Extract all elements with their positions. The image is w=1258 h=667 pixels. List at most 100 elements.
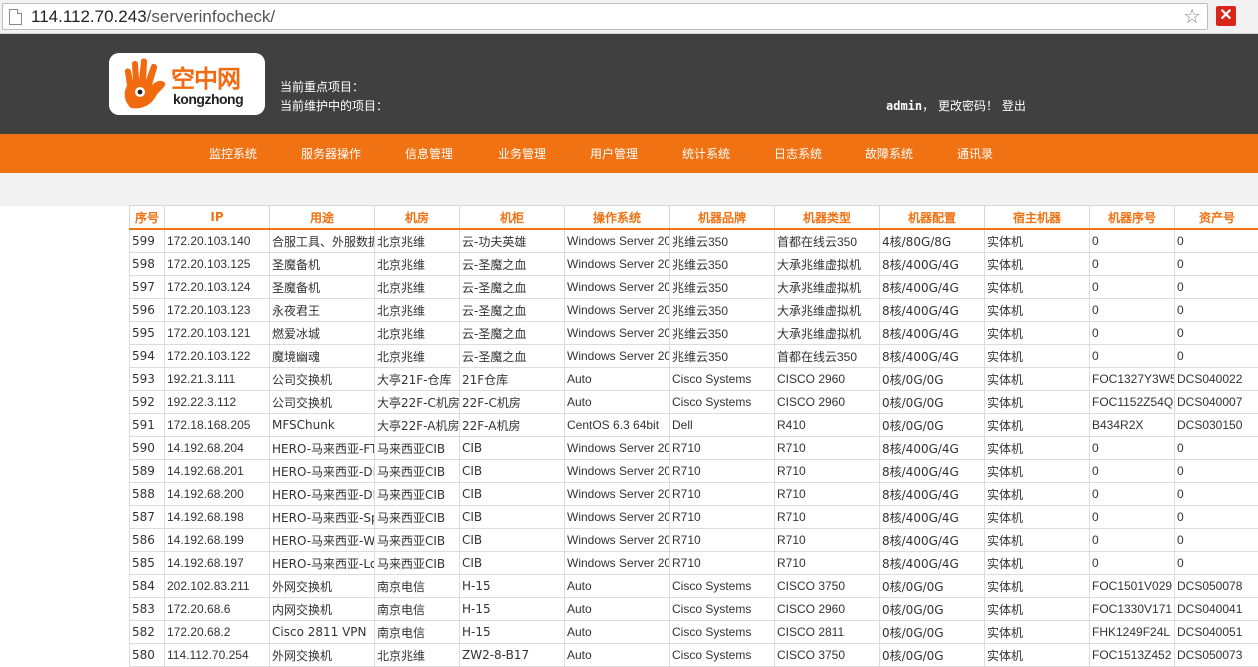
col-room-cell: 马来西亚CIB <box>375 529 460 552</box>
url-input[interactable]: 114.112.70.243/serverinfocheck/ ☆ <box>2 3 1208 30</box>
col-asset-cell: 0 <box>1175 529 1258 552</box>
nav-business-management[interactable]: 业务管理 <box>498 145 546 162</box>
col-room-header[interactable]: 机房 <box>375 206 460 230</box>
table-row[interactable]: 58714.192.68.198HERO-马来西亚-Spa马来西亚CIBCIBW… <box>130 506 1258 529</box>
col-type-cell: 大承兆维虚拟机 <box>775 276 880 299</box>
nav-monitoring[interactable]: 监控系统 <box>209 145 257 162</box>
col-type-cell: R710 <box>775 460 880 483</box>
col-type-cell: CISCO 2960 <box>775 368 880 391</box>
col-host-cell: 实体机 <box>985 276 1090 299</box>
col-rack-cell: CIB <box>460 506 565 529</box>
col-config-header[interactable]: 机器配置 <box>880 206 985 230</box>
nav-faults[interactable]: 故障系统 <box>865 145 913 162</box>
col-host-cell: 实体机 <box>985 460 1090 483</box>
table-row[interactable]: 592192.22.3.112公司交换机大亭22F-C机房22F-C机房Auto… <box>130 391 1258 414</box>
col-ip-cell: 14.192.68.197 <box>165 552 270 575</box>
table-row[interactable]: 58614.192.68.199HERO-马来西亚-Wo马来西亚CIBCIBWi… <box>130 529 1258 552</box>
nav-logs[interactable]: 日志系统 <box>774 145 822 162</box>
col-seq-header[interactable]: 序号 <box>130 206 165 230</box>
col-config-cell: 8核/400G/4G <box>880 483 985 506</box>
sub-band <box>0 173 1258 206</box>
col-os-cell: Windows Server 2008 <box>565 322 670 345</box>
col-rack-cell: 云-圣魔之血 <box>460 253 565 276</box>
table-row[interactable]: 598172.20.103.125圣魔备机北京兆维云-圣魔之血Windows S… <box>130 253 1258 276</box>
col-purpose-cell: 合服工具、外服数据库 <box>270 229 375 253</box>
change-password-link[interactable]: 更改密码！ <box>938 99 998 113</box>
col-config-cell: 0核/0G/0G <box>880 391 985 414</box>
col-seq-cell: 594 <box>130 345 165 368</box>
table-row[interactable]: 583172.20.68.6内网交换机南京电信H-15AutoCisco Sys… <box>130 598 1258 621</box>
col-config-cell: 8核/400G/4G <box>880 299 985 322</box>
table-header-row: 序号IP用途机房机柜操作系统机器品牌机器类型机器配置宿主机器机器序号资产号 <box>130 206 1258 230</box>
col-seq-cell: 586 <box>130 529 165 552</box>
table-row[interactable]: 597172.20.103.124圣魔备机北京兆维云-圣魔之血Windows S… <box>130 276 1258 299</box>
logout-link[interactable]: 登出 <box>1002 99 1026 113</box>
col-purpose-cell: 永夜君王 <box>270 299 375 322</box>
col-rack-header[interactable]: 机柜 <box>460 206 565 230</box>
col-serial-header[interactable]: 机器序号 <box>1090 206 1175 230</box>
col-type-cell: R710 <box>775 506 880 529</box>
table-row[interactable]: 59014.192.68.204HERO-马来西亚-FTP马来西亚CIBCIBW… <box>130 437 1258 460</box>
col-type-cell: CISCO 2960 <box>775 391 880 414</box>
col-asset-cell: 0 <box>1175 460 1258 483</box>
table-row[interactable]: 595172.20.103.121燃爱冰城北京兆维云-圣魔之血Windows S… <box>130 322 1258 345</box>
table-row[interactable]: 584202.102.83.211外网交换机南京电信H-15AutoCisco … <box>130 575 1258 598</box>
col-host-cell: 实体机 <box>985 253 1090 276</box>
col-ip-cell: 192.21.3.111 <box>165 368 270 391</box>
col-serial-cell: FOC1513Z452 <box>1090 644 1175 667</box>
table-row[interactable]: 58814.192.68.200HERO-马来西亚-DBA马来西亚CIBCIBW… <box>130 483 1258 506</box>
col-rack-cell: H-15 <box>460 621 565 644</box>
nav-info-management[interactable]: 信息管理 <box>405 145 453 162</box>
logo-en-text: kongzhong <box>173 91 243 107</box>
table-row[interactable]: 58914.192.68.201HERO-马来西亚-DBS马来西亚CIBCIBW… <box>130 460 1258 483</box>
col-asset-cell: DCS040041 <box>1175 598 1258 621</box>
logo[interactable]: 空中网 kongzhong <box>109 53 265 115</box>
col-type-header[interactable]: 机器类型 <box>775 206 880 230</box>
nav-server-operations[interactable]: 服务器操作 <box>301 145 361 162</box>
col-host-cell: 实体机 <box>985 368 1090 391</box>
col-host-header[interactable]: 宿主机器 <box>985 206 1090 230</box>
col-rack-cell: CIB <box>460 552 565 575</box>
col-brand-cell: 兆维云350 <box>670 322 775 345</box>
col-room-cell: 北京兆维 <box>375 253 460 276</box>
col-ip-header[interactable]: IP <box>165 206 270 230</box>
site-header: 空中网 kongzhong 当前重点项目： 当前维护中的项目： admin， 更… <box>0 34 1258 134</box>
table-row[interactable]: 580114.112.70.254外网交换机北京兆维ZW2-8-B17AutoC… <box>130 644 1258 667</box>
col-seq-cell: 599 <box>130 229 165 253</box>
nav-user-management[interactable]: 用户管理 <box>590 145 638 162</box>
col-seq-cell: 592 <box>130 391 165 414</box>
table-row[interactable]: 591172.18.168.205MFSChunk大亭22F-A机房22F-A机… <box>130 414 1258 437</box>
server-table: 序号IP用途机房机柜操作系统机器品牌机器类型机器配置宿主机器机器序号资产号 59… <box>129 205 1258 667</box>
col-host-cell: 实体机 <box>985 322 1090 345</box>
col-os-cell: Windows Server 2008 <box>565 437 670 460</box>
col-room-cell: 南京电信 <box>375 598 460 621</box>
col-asset-header[interactable]: 资产号 <box>1175 206 1258 230</box>
col-seq-cell: 596 <box>130 299 165 322</box>
col-rack-cell: ZW2-8-B17 <box>460 644 565 667</box>
col-type-cell: CISCO 3750 <box>775 644 880 667</box>
col-brand-header[interactable]: 机器品牌 <box>670 206 775 230</box>
col-purpose-header[interactable]: 用途 <box>270 206 375 230</box>
table-row[interactable]: 596172.20.103.123永夜君王北京兆维云-圣魔之血Windows S… <box>130 299 1258 322</box>
col-host-cell: 实体机 <box>985 437 1090 460</box>
table-row[interactable]: 594172.20.103.122魔境幽魂北京兆维云-圣魔之血Windows S… <box>130 345 1258 368</box>
col-os-header[interactable]: 操作系统 <box>565 206 670 230</box>
table-row[interactable]: 582172.20.68.2Cisco 2811 VPN南京电信H-15Auto… <box>130 621 1258 644</box>
nav-statistics[interactable]: 统计系统 <box>682 145 730 162</box>
col-type-cell: R710 <box>775 483 880 506</box>
table-row[interactable]: 58514.192.68.197HERO-马来西亚-Log马来西亚CIBCIBW… <box>130 552 1258 575</box>
table-row[interactable]: 593192.21.3.111公司交换机大亭21F-仓库21F仓库AutoCis… <box>130 368 1258 391</box>
col-purpose-cell: MFSChunk <box>270 414 375 437</box>
col-brand-cell: Cisco Systems <box>670 391 775 414</box>
bookmark-star-icon[interactable]: ☆ <box>1183 4 1201 28</box>
col-seq-cell: 598 <box>130 253 165 276</box>
col-asset-cell: 0 <box>1175 299 1258 322</box>
url-text[interactable]: 114.112.70.243/serverinfocheck/ <box>31 7 275 27</box>
table-row[interactable]: 599172.20.103.140合服工具、外服数据库北京兆维云-功夫英雄Win… <box>130 229 1258 253</box>
col-rack-cell: CIB <box>460 460 565 483</box>
col-rack-cell: CIB <box>460 529 565 552</box>
col-asset-cell: 0 <box>1175 229 1258 253</box>
nav-contacts[interactable]: 通讯录 <box>957 145 993 162</box>
col-host-cell: 实体机 <box>985 506 1090 529</box>
close-icon[interactable]: ✕ <box>1216 6 1236 26</box>
